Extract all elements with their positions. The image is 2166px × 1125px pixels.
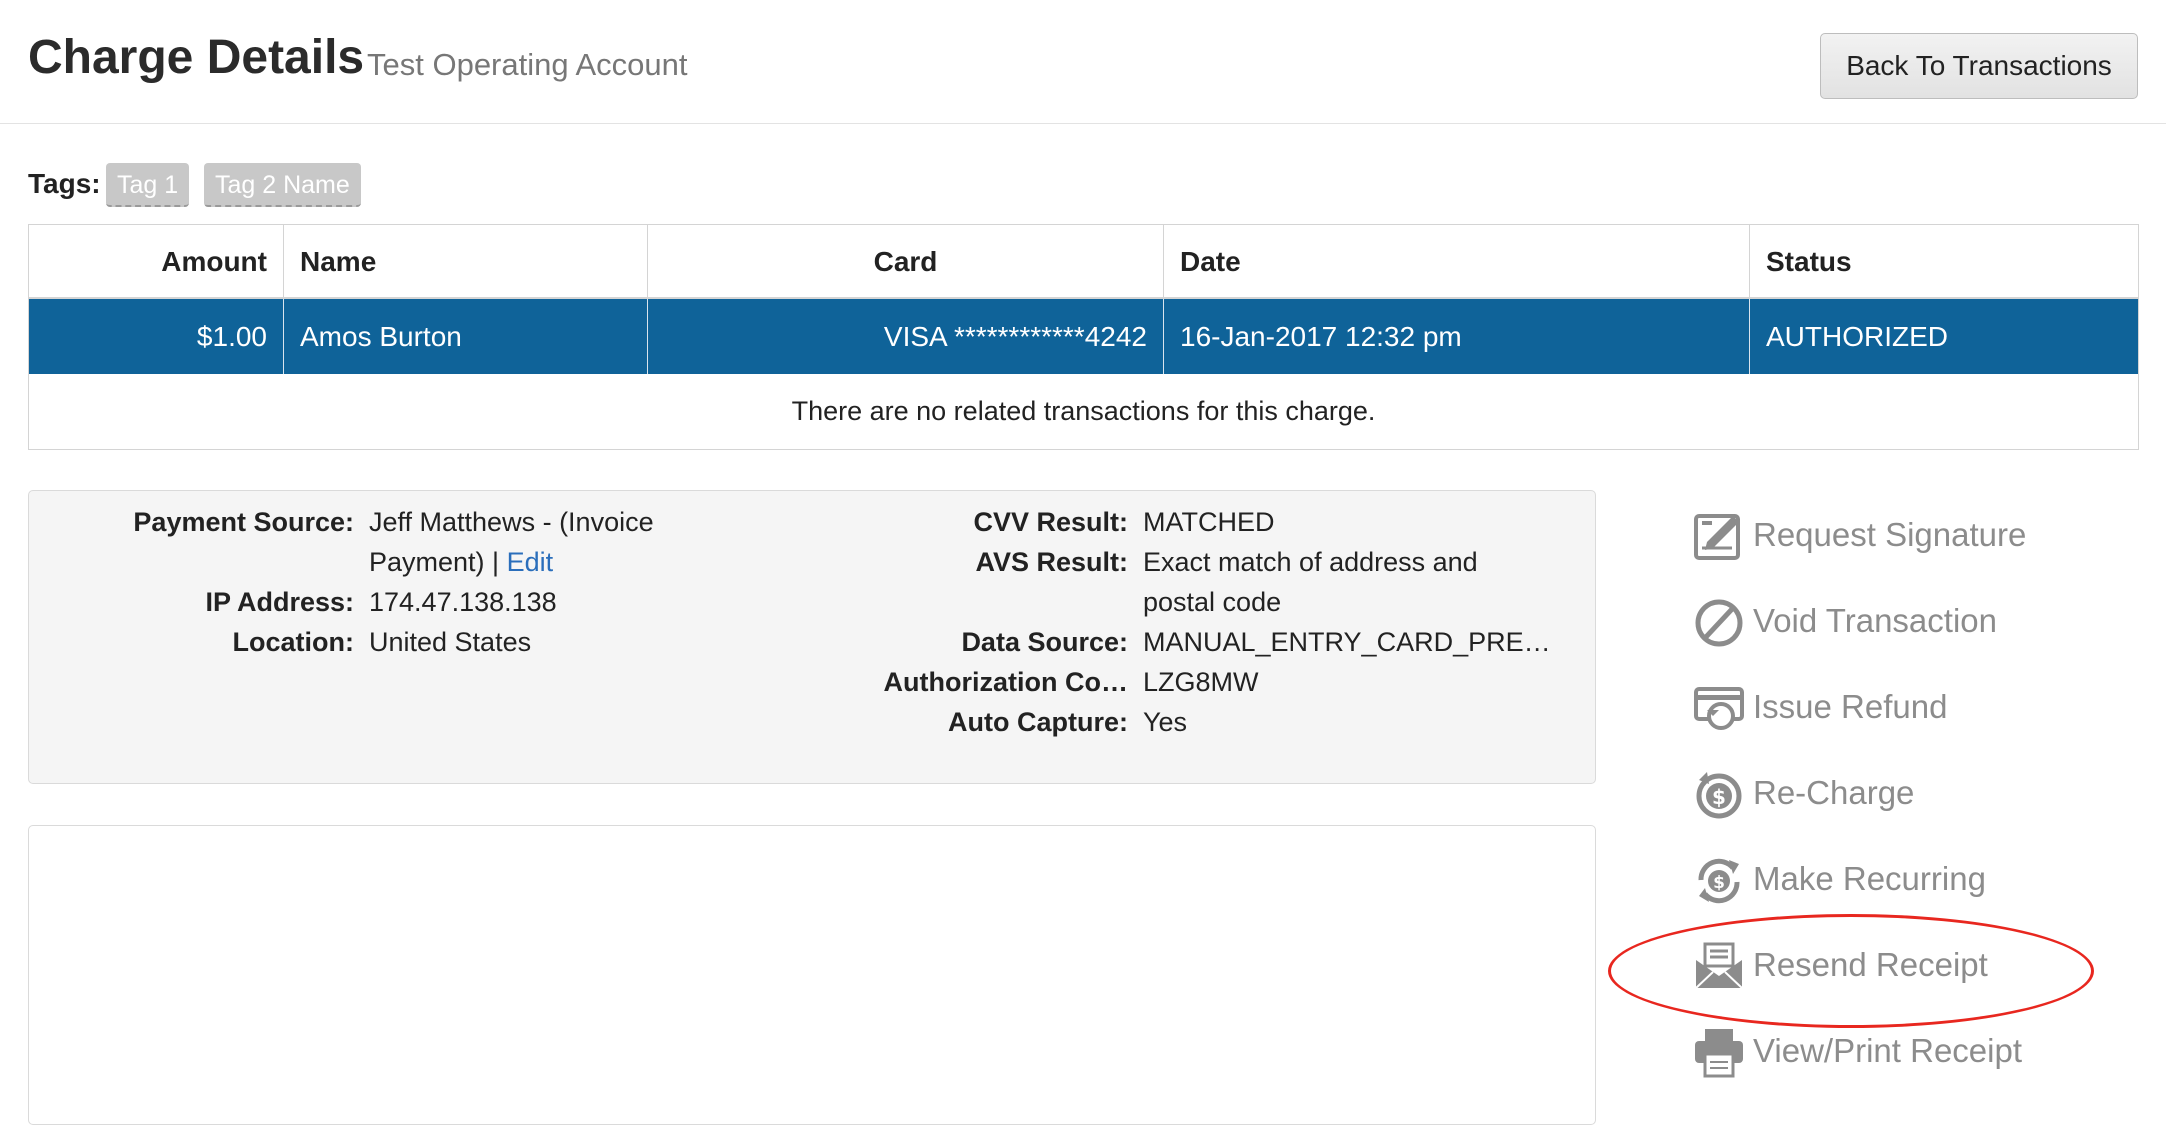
re-charge-label: Re-Charge <box>1753 774 1915 811</box>
void-icon <box>1695 599 1743 647</box>
cvv-result-label: CVV Result: <box>973 507 1128 537</box>
void-transaction-action[interactable]: Void Transaction <box>1693 590 2113 650</box>
payment-source-value: Jeff Matthews - (Invoice <box>369 507 654 537</box>
data-source-label: Data Source: <box>961 627 1128 657</box>
avs-result-value: Exact match of address and <box>1143 547 1478 577</box>
re-charge-action[interactable]: $ Re-Charge <box>1693 762 2113 822</box>
request-signature-action[interactable]: Request Signature <box>1693 504 2113 564</box>
column-header-date[interactable]: Date <box>1164 225 1750 299</box>
authorization-code-value: LZG8MW <box>1143 667 1259 697</box>
auto-capture-label: Auto Capture: <box>948 707 1128 737</box>
request-signature-label: Request Signature <box>1753 516 2027 553</box>
account-name: Test Operating Account <box>367 47 688 82</box>
svg-text:$: $ <box>1713 873 1725 893</box>
row-name: Amos Burton <box>284 299 648 374</box>
receipt-preview-panel <box>28 825 1596 1125</box>
ip-address-value: 174.47.138.138 <box>369 587 557 617</box>
tag-2[interactable]: Tag 2 Name <box>204 163 361 207</box>
cvv-result-value: MATCHED <box>1143 507 1275 537</box>
transactions-table: Amount Name Card Date Status $1.00 Amos … <box>28 224 2139 450</box>
location-label: Location: <box>232 627 355 657</box>
column-header-card[interactable]: Card <box>648 225 1164 299</box>
row-amount: $1.00 <box>29 299 284 374</box>
tags-label: Tags: <box>28 168 101 199</box>
signature-icon <box>1694 514 1740 560</box>
location-value: United States <box>369 627 532 657</box>
void-transaction-label: Void Transaction <box>1753 602 1997 639</box>
column-header-amount[interactable]: Amount <box>29 225 284 299</box>
table-row[interactable]: $1.00 Amos Burton VISA ************4242 … <box>29 299 2138 374</box>
printer-icon <box>1695 1029 1743 1078</box>
charge-details-panel: Payment Source: Jeff Matthews - (Invoice… <box>28 490 1596 784</box>
issue-refund-label: Issue Refund <box>1753 688 1948 725</box>
view-print-receipt-label: View/Print Receipt <box>1753 1032 2023 1069</box>
svg-text:$: $ <box>1712 785 1726 809</box>
highlight-annotation <box>1608 914 2094 1028</box>
ip-address-label: IP Address: <box>205 587 354 617</box>
related-transactions-note: There are no related transactions for th… <box>791 396 1376 426</box>
back-to-transactions-button[interactable]: Back To Transactions <box>1820 33 2138 99</box>
recurring-icon: $ <box>1698 858 1740 904</box>
issue-refund-action[interactable]: Issue Refund <box>1693 676 2113 736</box>
row-date: 16-Jan-2017 12:32 pm <box>1164 299 1750 374</box>
make-recurring-action[interactable]: $ Make Recurring <box>1693 848 2113 908</box>
page-title: Charge Details <box>28 31 365 84</box>
payment-source-label: Payment Source: <box>133 507 354 537</box>
row-card: VISA ************4242 <box>648 299 1164 374</box>
page-header: Charge Details Test Operating Account Ba… <box>0 0 2166 124</box>
column-header-name[interactable]: Name <box>284 225 648 299</box>
edit-link[interactable]: Edit <box>507 547 554 577</box>
authorization-code-label: Authorization Co… <box>883 667 1128 697</box>
avs-result-value-line2: postal code <box>1143 587 1282 617</box>
avs-result-label: AVS Result: <box>975 547 1128 577</box>
column-header-status[interactable]: Status <box>1750 225 2138 299</box>
data-source-value: MANUAL_ENTRY_CARD_PRE… <box>1143 627 1551 657</box>
view-print-receipt-action[interactable]: View/Print Receipt <box>1693 1020 2113 1080</box>
make-recurring-label: Make Recurring <box>1753 860 1986 897</box>
refund-icon <box>1694 687 1744 730</box>
recharge-icon: $ <box>1696 772 1742 819</box>
row-status: AUTHORIZED <box>1766 321 1948 352</box>
auto-capture-value: Yes <box>1143 707 1188 737</box>
payment-source-value-line2: Payment) | Edit <box>369 547 554 577</box>
tag-1[interactable]: Tag 1 <box>106 163 190 207</box>
